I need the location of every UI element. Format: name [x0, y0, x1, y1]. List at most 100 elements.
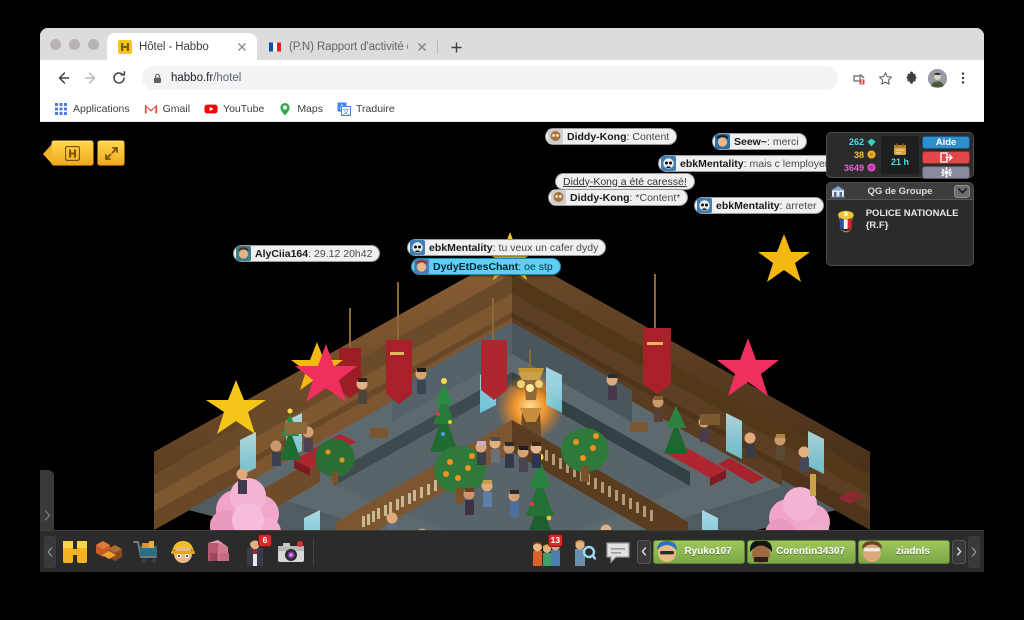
tab-rapport-activite[interactable]: (P.N) Rapport d'activité de Aly — [257, 33, 438, 60]
chat-bubble-message: oe stp — [524, 260, 553, 273]
friend-tab-name: Corentin34307 — [776, 546, 845, 557]
browser-toolbar: habbo.fr/hotel — [40, 60, 984, 96]
close-icon[interactable] — [415, 40, 429, 54]
logout-button[interactable] — [922, 151, 970, 164]
logout-icon — [939, 152, 953, 163]
new-tab-button[interactable] — [443, 34, 469, 60]
chat-bubble[interactable]: Diddy-Kong: Content — [545, 128, 678, 145]
chat-history-icon[interactable] — [601, 535, 635, 569]
friend-tab-ziadnls[interactable]: ziadnls — [858, 539, 950, 564]
chat-bubble-message: Content — [632, 130, 670, 143]
currency-credits[interactable]: 3649 — [844, 163, 876, 173]
friend-tabs-prev-button[interactable] — [637, 539, 652, 564]
police-badge-icon[interactable] — [832, 206, 860, 238]
forward-arrow-icon[interactable] — [78, 65, 104, 91]
room-users-badge: 13 — [547, 533, 564, 547]
close-window-button[interactable] — [50, 38, 61, 50]
back-arrow-icon[interactable] — [50, 65, 76, 91]
bookmark-label: Gmail — [162, 102, 191, 115]
group-hq-collapse-button[interactable] — [954, 184, 970, 198]
bookmark-star-icon[interactable] — [874, 67, 896, 89]
chat-bubble[interactable]: Diddy-Kong: *Content* — [548, 189, 689, 206]
toolbar-collapse-button[interactable] — [44, 535, 56, 568]
tab-strip: Hôtel - Habbo (P.N) Rapport d'activité d… — [40, 28, 984, 60]
group-hq-body: POLICE NATIONALE {R.F} — [827, 200, 973, 244]
extensions-puzzle-icon[interactable] — [900, 67, 922, 89]
chat-bubble[interactable]: AlyCiia164: 29.12 20h42 — [233, 245, 381, 262]
avatar-editor-icon[interactable] — [166, 535, 200, 569]
home-button[interactable] — [43, 140, 94, 166]
toolbar-more-button[interactable] — [968, 535, 980, 568]
chat-bubble-message: *Content* — [635, 191, 681, 204]
minimize-window-button[interactable] — [69, 38, 80, 50]
help-button[interactable]: Aide — [922, 136, 970, 149]
avatar-head-icon — [750, 540, 773, 563]
currency-duckets[interactable]: 38 — [854, 150, 876, 160]
chat-bubble-selected[interactable]: DydyEtDesChant: oe stp — [411, 258, 561, 275]
close-icon[interactable] — [235, 40, 249, 54]
avatar-head-icon — [410, 240, 425, 255]
fullscreen-button[interactable] — [97, 140, 125, 166]
bookmark-traduire[interactable]: A 文 Traduire — [337, 102, 395, 116]
chat-bubble[interactable]: Seew~: merci — [712, 133, 807, 150]
tab-habbo-hotel[interactable]: Hôtel - Habbo — [107, 33, 257, 60]
bookmark-youtube[interactable]: YouTube — [204, 102, 264, 116]
maps-pin-icon — [280, 102, 290, 115]
bookmark-maps[interactable]: Maps — [278, 102, 323, 116]
chat-bubble-user: Diddy-Kong — [570, 191, 630, 204]
friend-tab-name: Ryuko107 — [684, 546, 732, 557]
bookmark-label: Traduire — [356, 102, 395, 115]
maximize-window-button[interactable] — [88, 38, 99, 50]
chat-bubble[interactable]: ebkMentality: arreter — [694, 197, 825, 214]
catalog-cart-icon[interactable] — [130, 535, 164, 569]
friend-tab-name: ziadnls — [896, 546, 930, 557]
chrome-menu-icon[interactable] — [952, 67, 974, 89]
habbo-home-icon[interactable] — [58, 535, 92, 569]
avatar-head-icon — [414, 259, 429, 274]
bottom-toolbar: 6 13 Ryuko107 Corentin34307 ziadnls — [40, 530, 984, 572]
avatar-head-icon — [548, 129, 563, 144]
calendar-icon — [894, 143, 906, 155]
friend-chat-tabs: Ryuko107 Corentin34307 ziadnls — [637, 539, 966, 564]
blocked-content-icon[interactable] — [848, 67, 870, 89]
inventory-furni-icon[interactable] — [202, 535, 236, 569]
friend-tab-corentin34307[interactable]: Corentin34307 — [747, 539, 856, 564]
timer-value: 21 h — [890, 157, 909, 167]
reload-icon[interactable] — [106, 65, 132, 91]
credits-icon — [867, 163, 876, 172]
bookmarks-bar: Applications Gmail YouTube Maps 文 Tradui… — [40, 96, 984, 122]
avatar-head-icon — [862, 540, 882, 562]
currency-value: 3649 — [843, 162, 864, 173]
chat-bubble-user: ebkMentality — [680, 157, 744, 170]
profile-avatar-icon[interactable] — [926, 67, 948, 89]
bookmark-applications[interactable]: Applications — [54, 102, 130, 116]
currency-diamonds[interactable]: 262 — [849, 137, 876, 147]
chat-bubble-user: ebkMentality — [429, 241, 493, 254]
friends-list-icon[interactable]: 6 — [238, 533, 272, 569]
chevron-left-icon — [47, 546, 53, 557]
currency-list: 262 38 3649 — [830, 136, 878, 174]
chat-bubble-message: 29.12 20h42 — [314, 247, 373, 260]
habbo-game-viewport[interactable]: Diddy-Kong: Content Seew~: merci ebkMent… — [40, 122, 984, 572]
chevron-left-icon — [641, 547, 647, 556]
chat-bubble-message: merci — [772, 135, 799, 148]
help-tool-icon[interactable] — [565, 535, 599, 569]
friend-tabs-next-button[interactable] — [952, 539, 966, 564]
navigator-icon[interactable] — [94, 535, 128, 569]
chat-bubble-action[interactable]: Diddy-Kong a été caressé! — [555, 173, 695, 190]
url-path: /hotel — [213, 72, 242, 84]
hud-action-buttons: Aide — [922, 136, 970, 179]
settings-button[interactable] — [922, 166, 970, 179]
address-bar[interactable]: habbo.fr/hotel — [142, 66, 838, 90]
hud-credits-panel: 262 38 3649 21 h Aide — [826, 132, 974, 179]
avatar-head-icon — [551, 190, 566, 205]
bookmark-gmail[interactable]: Gmail — [144, 102, 190, 116]
gear-icon — [940, 167, 952, 178]
camera-icon[interactable] — [274, 535, 308, 569]
chat-bubble-user: Diddy-Kong — [567, 130, 627, 143]
room-users-icon[interactable]: 13 — [529, 533, 564, 569]
daily-reward-timer[interactable]: 21 h — [881, 136, 919, 174]
friend-tab-ryuko107[interactable]: Ryuko107 — [653, 539, 746, 564]
chat-bubble[interactable]: ebkMentality: tu veux un cafer dydy — [407, 239, 607, 256]
plus-icon — [451, 42, 461, 52]
